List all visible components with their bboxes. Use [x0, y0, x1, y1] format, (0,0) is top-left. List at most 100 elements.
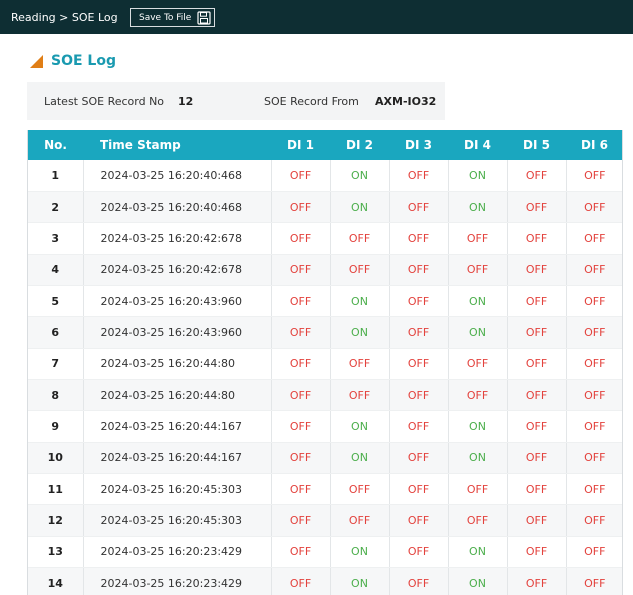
breadcrumb[interactable]: Reading > SOE Log [11, 11, 118, 24]
cell-di3-status: OFF [389, 254, 449, 286]
cell-di1-status: OFF [271, 348, 331, 381]
section-header: SOE Log [30, 53, 116, 69]
cell-di6-status: OFF [566, 442, 622, 475]
cell-di1-status: OFF [271, 254, 331, 286]
cell-di4-status: OFF [448, 348, 508, 381]
cell-di3-status: OFF [389, 348, 449, 381]
table-body: 1 2024-03-25 16:20:40:468 OFF ON OFF ON OFF OFF… [28, 160, 622, 595]
cell-di2-status: ON [330, 160, 390, 192]
cell-di4-status: ON [448, 285, 508, 318]
cell-di5-status: OFF [507, 567, 567, 595]
cell-di5-status: OFF [507, 348, 567, 381]
info-bar: Latest SOE Record No 12 SOE Record From … [27, 82, 445, 120]
cell-timestamp: 2024-03-25 16:20:43:960 [83, 285, 272, 318]
cell-di5-status: OFF [507, 254, 567, 286]
save-to-file-button[interactable]: Save To File [130, 8, 215, 27]
record-from-value: AXM-IO32 [375, 95, 437, 108]
cell-di5-status: OFF [507, 410, 567, 443]
cell-di2-status: OFF [330, 473, 390, 506]
cell-di6-status: OFF [566, 191, 622, 224]
col-header-di6: DI 6 [581, 138, 608, 152]
table-row: 10 2024-03-25 16:20:44:167 OFF ON OFF ON OFF OF… [28, 442, 622, 475]
cell-di5-status: OFF [507, 285, 567, 318]
table-row: 6 2024-03-25 16:20:43:960 OFF ON OFF ON OFF OFF [28, 316, 622, 349]
cell-di6-status: OFF [566, 473, 622, 506]
cell-timestamp: 2024-03-25 16:20:44:80 [83, 348, 272, 381]
cell-timestamp: 2024-03-25 16:20:40:468 [83, 191, 272, 224]
cell-di4-status: ON [448, 191, 508, 224]
cell-timestamp: 2024-03-25 16:20:42:678 [83, 222, 272, 255]
table-row: 7 2024-03-25 16:20:44:80 OFF OFF OFF OFF OFF OF… [28, 348, 622, 381]
cell-no: 11 [28, 473, 84, 506]
col-header-di1: DI 1 [287, 138, 314, 152]
cell-timestamp: 2024-03-25 16:20:45:303 [83, 473, 272, 506]
cell-di6-status: OFF [566, 536, 622, 569]
cell-di4-status: OFF [448, 473, 508, 506]
cell-di6-status: OFF [566, 567, 622, 595]
cell-no: 13 [28, 536, 84, 569]
cell-di3-status: OFF [389, 567, 449, 595]
cell-di3-status: OFF [389, 473, 449, 506]
cell-timestamp: 2024-03-25 16:20:42:678 [83, 254, 272, 286]
cell-di6-status: OFF [566, 379, 622, 412]
cell-di3-status: OFF [389, 160, 449, 192]
cell-di4-status: ON [448, 442, 508, 475]
cell-di2-status: ON [330, 567, 390, 595]
cell-di1-status: OFF [271, 222, 331, 255]
cell-di1-status: OFF [271, 410, 331, 443]
top-bar: Reading > SOE Log Save To File [0, 0, 633, 34]
cell-di5-status: OFF [507, 536, 567, 569]
cell-di5-status: OFF [507, 222, 567, 255]
cell-di2-status: ON [330, 316, 390, 349]
table-row: 2 2024-03-25 16:20:40:468 OFF ON OFF ON OFF OFF [28, 191, 622, 224]
cell-di6-status: OFF [566, 254, 622, 286]
cell-di3-status: OFF [389, 410, 449, 443]
cell-di3-status: OFF [389, 222, 449, 255]
cell-di1-status: OFF [271, 316, 331, 349]
table-row: 11 2024-03-25 16:20:45:303 OFF OFF OFF OFF OFF… [28, 473, 622, 506]
cell-di3-status: OFF [389, 285, 449, 318]
cell-di4-status: OFF [448, 504, 508, 537]
cell-di2-status: OFF [330, 504, 390, 537]
col-header-di2: DI 2 [346, 138, 373, 152]
table-row: 1 2024-03-25 16:20:40:468 OFF ON OFF ON OFF OFF [28, 160, 622, 192]
record-from-label: SOE Record From [264, 95, 359, 108]
col-header-no: No. [44, 138, 67, 152]
cell-di1-status: OFF [271, 379, 331, 412]
latest-record-value: 12 [178, 95, 194, 108]
cell-di1-status: OFF [271, 536, 331, 569]
cell-no: 8 [28, 379, 84, 412]
cell-no: 1 [28, 160, 84, 192]
cell-di4-status: ON [448, 536, 508, 569]
cell-di6-status: OFF [566, 410, 622, 443]
col-header-di5: DI 5 [523, 138, 550, 152]
latest-record-label: Latest SOE Record No [44, 95, 165, 108]
cell-di2-status: ON [330, 191, 390, 224]
cell-no: 14 [28, 567, 84, 595]
save-button-label: Save To File [139, 12, 192, 23]
page-title: SOE Log [51, 53, 116, 69]
table-row: 12 2024-03-25 16:20:45:303 OFF OFF OFF OFF OFF… [28, 504, 622, 537]
cell-no: 12 [28, 504, 84, 537]
cell-di4-status: ON [448, 316, 508, 349]
table-row: 14 2024-03-25 16:20:23:429 OFF ON OFF ON OFF OF… [28, 567, 622, 595]
cell-di3-status: OFF [389, 442, 449, 475]
triangle-marker-icon [30, 54, 43, 68]
cell-di5-status: OFF [507, 379, 567, 412]
cell-timestamp: 2024-03-25 16:20:44:167 [83, 410, 272, 443]
cell-di6-status: OFF [566, 285, 622, 318]
cell-di5-status: OFF [507, 191, 567, 224]
cell-timestamp: 2024-03-25 16:20:40:468 [83, 160, 272, 192]
table-row: 3 2024-03-25 16:20:42:678 OFF OFF OFF OFF OFF O… [28, 222, 622, 255]
cell-timestamp: 2024-03-25 16:20:23:429 [83, 536, 272, 569]
cell-di1-status: OFF [271, 191, 331, 224]
cell-di2-status: ON [330, 285, 390, 318]
cell-di3-status: OFF [389, 504, 449, 537]
soe-table-container: No. Time Stamp DI 1 DI 2 DI 3 DI 4 DI 5 … [27, 130, 623, 595]
cell-di6-status: OFF [566, 504, 622, 537]
cell-di6-status: OFF [566, 316, 622, 349]
cell-no: 2 [28, 191, 84, 224]
cell-di2-status: OFF [330, 348, 390, 381]
cell-no: 7 [28, 348, 84, 381]
soe-table: No. Time Stamp DI 1 DI 2 DI 3 DI 4 DI 5 … [28, 130, 622, 595]
